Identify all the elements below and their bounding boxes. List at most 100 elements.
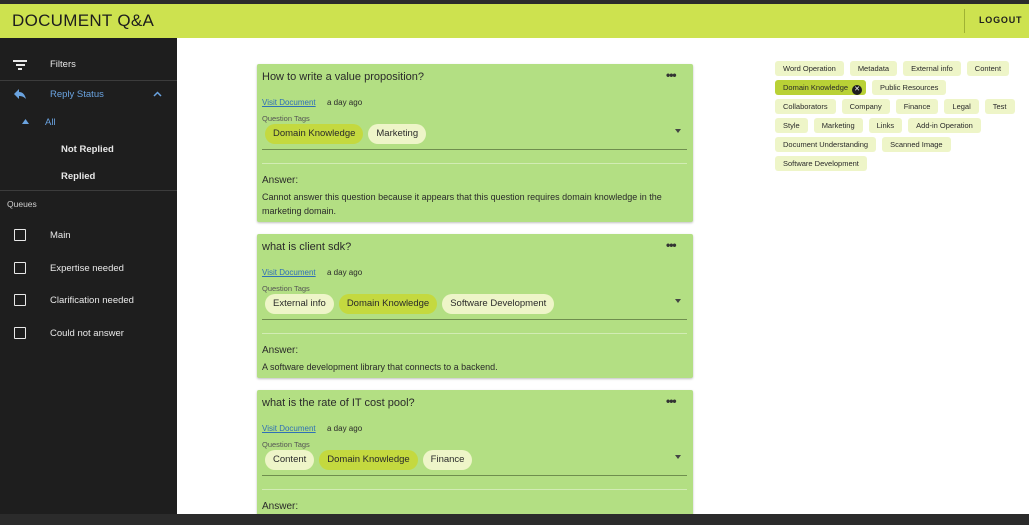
tag-filter-chip[interactable]: Add-in Operation xyxy=(908,118,981,133)
tag-filter-row: Collaborators Company Finance Legal Test xyxy=(775,99,1023,114)
tags-underline xyxy=(262,149,687,150)
dropdown-arrow-icon[interactable] xyxy=(675,129,681,133)
chevron-up-icon xyxy=(153,91,162,97)
tag-filter-cloud: Word Operation Metadata External info Co… xyxy=(775,61,1023,175)
reply-option-replied[interactable]: Replied xyxy=(0,170,177,184)
tag-filter-chip[interactable]: Content xyxy=(966,61,1010,76)
main-content: How to write a value proposition? ••• Vi… xyxy=(177,38,1029,514)
queue-item-main[interactable]: Main xyxy=(0,227,177,243)
filter-icon xyxy=(13,60,27,70)
queue-label: Clarification needed xyxy=(50,295,134,306)
visit-document-link[interactable]: Visit Document xyxy=(262,98,316,107)
answer-label: Answer: xyxy=(262,501,299,512)
tag-filter-chip[interactable]: Test xyxy=(984,99,1015,114)
app-bar-divider xyxy=(964,9,965,33)
dropdown-arrow-icon[interactable] xyxy=(675,299,681,303)
question-title: How to write a value proposition? xyxy=(262,71,425,83)
tag-chip[interactable]: Software Development xyxy=(442,294,555,314)
tag-chip[interactable]: Content xyxy=(265,450,315,470)
tag-filter-chip[interactable]: Word Operation xyxy=(775,61,844,76)
app-title: DOCUMENT Q&A xyxy=(12,11,155,30)
answer-label: Answer: xyxy=(262,345,299,356)
more-options-icon[interactable]: ••• xyxy=(666,394,677,408)
remove-tag-icon[interactable]: ✕ xyxy=(852,85,863,95)
card-divider xyxy=(262,489,687,490)
tag-chip[interactable]: Marketing xyxy=(368,124,427,144)
sidebar-divider xyxy=(0,190,177,191)
card-divider xyxy=(262,333,687,334)
queue-item-clarification-needed[interactable]: Clarification needed xyxy=(0,292,177,308)
question-tags: External info Domain Knowledge Software … xyxy=(265,294,555,314)
reply-option-all[interactable]: All xyxy=(0,116,177,130)
tag-filter-chip[interactable]: Company xyxy=(841,99,890,114)
tag-filter-chip[interactable]: Marketing xyxy=(813,118,863,133)
question-title: what is the rate of IT cost pool? xyxy=(262,397,415,409)
queues-label: Queues xyxy=(7,199,37,209)
tag-filter-chip[interactable]: Links xyxy=(868,118,903,133)
tag-filter-chip[interactable]: Metadata xyxy=(849,61,898,76)
visit-document-link[interactable]: Visit Document xyxy=(262,424,316,433)
reply-option-label: Not Replied xyxy=(61,144,114,155)
timestamp: a day ago xyxy=(327,424,363,433)
answer-label: Answer: xyxy=(262,175,299,186)
reply-icon xyxy=(14,89,26,99)
tag-filter-row: Style Marketing Links Add-in Operation xyxy=(775,118,1023,133)
question-title: what is client sdk? xyxy=(262,241,352,253)
window-bottom-strip xyxy=(0,514,1029,525)
dropdown-arrow-icon[interactable] xyxy=(675,455,681,459)
queue-item-expertise-needed[interactable]: Expertise needed xyxy=(0,260,177,276)
tag-filter-chip[interactable]: Collaborators xyxy=(775,99,836,114)
answer-text: A software development library that conn… xyxy=(262,362,498,372)
tag-chip[interactable]: External info xyxy=(265,294,334,314)
logout-button[interactable]: LOGOUT xyxy=(979,15,1022,25)
filters-header[interactable]: Filters xyxy=(0,57,177,73)
reply-option-not-replied[interactable]: Not Replied xyxy=(0,143,177,157)
queue-label: Could not answer xyxy=(50,328,124,339)
tags-underline xyxy=(262,319,687,320)
more-options-icon[interactable]: ••• xyxy=(666,68,677,82)
more-options-icon[interactable]: ••• xyxy=(666,238,677,252)
tag-filter-chip[interactable]: Legal xyxy=(944,99,979,114)
queue-label: Main xyxy=(50,230,71,241)
queue-label: Expertise needed xyxy=(50,263,124,274)
tag-chip[interactable]: Domain Knowledge xyxy=(319,450,418,470)
tag-filter-label: Domain Knowledge xyxy=(783,83,849,92)
question-tags-label: Question Tags xyxy=(262,284,310,293)
caret-up-icon xyxy=(22,119,29,124)
tag-filter-chip[interactable]: Document Understanding xyxy=(775,137,877,152)
reply-status-toggle[interactable]: Reply Status xyxy=(0,87,177,103)
sidebar-divider xyxy=(0,80,177,81)
tag-chip[interactable]: Finance xyxy=(422,450,473,470)
queue-checkbox[interactable] xyxy=(14,262,26,274)
tag-filter-row: Domain Knowledge ✕ Public Resources xyxy=(775,80,1023,95)
question-tags: Content Domain Knowledge Finance xyxy=(265,450,473,470)
tag-chip[interactable]: Domain Knowledge xyxy=(338,294,438,314)
tag-filter-chip[interactable]: Finance xyxy=(895,99,939,114)
tag-filter-row: Word Operation Metadata External info Co… xyxy=(775,61,1023,76)
card-divider xyxy=(262,163,687,164)
tag-filter-chip[interactable]: External info xyxy=(903,61,961,76)
tag-filter-row: Document Understanding Scanned Image xyxy=(775,137,1023,152)
queue-checkbox[interactable] xyxy=(14,294,26,306)
app-bar: DOCUMENT Q&A LOGOUT xyxy=(0,4,1029,38)
queue-checkbox[interactable] xyxy=(14,229,26,241)
reply-option-label: All xyxy=(45,117,56,128)
tags-underline xyxy=(262,475,687,476)
tag-chip[interactable]: Domain Knowledge xyxy=(265,124,364,144)
question-card: what is client sdk? ••• Visit Document a… xyxy=(257,234,693,378)
timestamp: a day ago xyxy=(327,98,363,107)
tag-filter-chip[interactable]: Scanned Image xyxy=(882,137,951,152)
tag-filter-chip[interactable]: Public Resources xyxy=(872,80,947,95)
question-tags-label: Question Tags xyxy=(262,440,310,449)
visit-document-link[interactable]: Visit Document xyxy=(262,268,316,277)
question-tags: Domain Knowledge Marketing xyxy=(265,124,427,144)
reply-option-label: Replied xyxy=(61,171,96,182)
answer-text: Cannot answer this question because it a… xyxy=(262,192,662,216)
reply-status-label: Reply Status xyxy=(50,89,104,100)
tag-filter-chip[interactable]: Software Development xyxy=(775,156,867,171)
question-card: How to write a value proposition? ••• Vi… xyxy=(257,64,693,222)
tag-filter-chip[interactable]: Style xyxy=(775,118,808,133)
queue-item-could-not-answer[interactable]: Could not answer xyxy=(0,325,177,341)
tag-filter-chip-selected[interactable]: Domain Knowledge ✕ xyxy=(775,80,867,95)
queue-checkbox[interactable] xyxy=(14,327,26,339)
